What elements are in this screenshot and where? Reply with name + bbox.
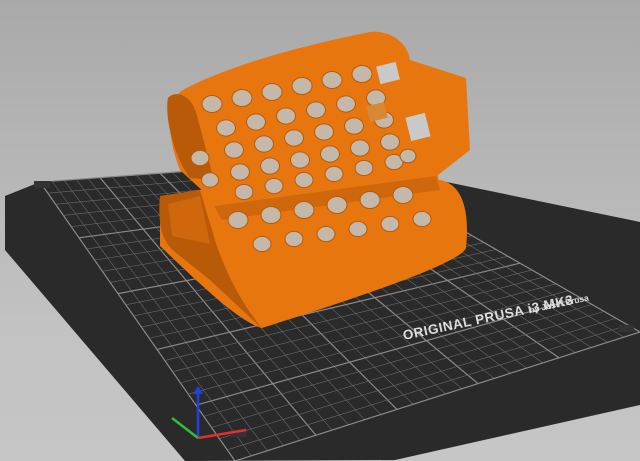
model-hole — [190, 149, 210, 167]
model-hole — [284, 230, 304, 248]
model-hole — [293, 201, 315, 219]
model-hole — [399, 148, 417, 164]
3d-viewport[interactable]: ORIGINAL PRUSA i3 MK3 by Josef Prusa — [0, 0, 640, 461]
model-hole — [359, 191, 381, 209]
model-hole — [324, 165, 344, 183]
model-hole — [216, 119, 236, 137]
model-hole — [291, 77, 313, 95]
model-hole — [252, 235, 272, 253]
model-hole — [224, 141, 244, 159]
model-hole — [254, 135, 274, 153]
model-hole — [354, 159, 374, 177]
model-hole — [201, 95, 223, 113]
scene-canvas[interactable]: ORIGINAL PRUSA i3 MK3 by Josef Prusa — [0, 0, 640, 461]
model-hole — [246, 113, 266, 131]
model-hole — [264, 177, 284, 195]
model-hole — [320, 145, 340, 163]
model-hole — [260, 157, 280, 175]
model-hole — [336, 95, 356, 113]
model-hole — [231, 89, 253, 107]
model-hole — [321, 71, 343, 89]
model-hole — [380, 215, 400, 233]
model-hole — [350, 139, 370, 157]
model-hole — [306, 101, 326, 119]
model-hole — [261, 83, 283, 101]
model-hole — [412, 210, 432, 228]
bed-notch-right — [618, 325, 634, 332]
model-hole — [344, 117, 364, 135]
model-hole — [201, 172, 219, 188]
model-hole — [227, 211, 249, 229]
model-hole — [314, 123, 334, 141]
model-hole — [380, 133, 400, 151]
model-hole — [234, 183, 254, 201]
model-hole — [348, 220, 368, 238]
bed-notch-left — [34, 181, 50, 188]
model-hole — [260, 206, 282, 224]
model-hole — [284, 129, 304, 147]
model-hole — [351, 65, 373, 83]
model-hole — [276, 107, 296, 125]
model-hole — [294, 171, 314, 189]
model-hole — [316, 225, 336, 243]
model-hole — [326, 196, 348, 214]
model-hole — [230, 163, 250, 181]
model-hole — [290, 151, 310, 169]
model-hole — [392, 186, 414, 204]
